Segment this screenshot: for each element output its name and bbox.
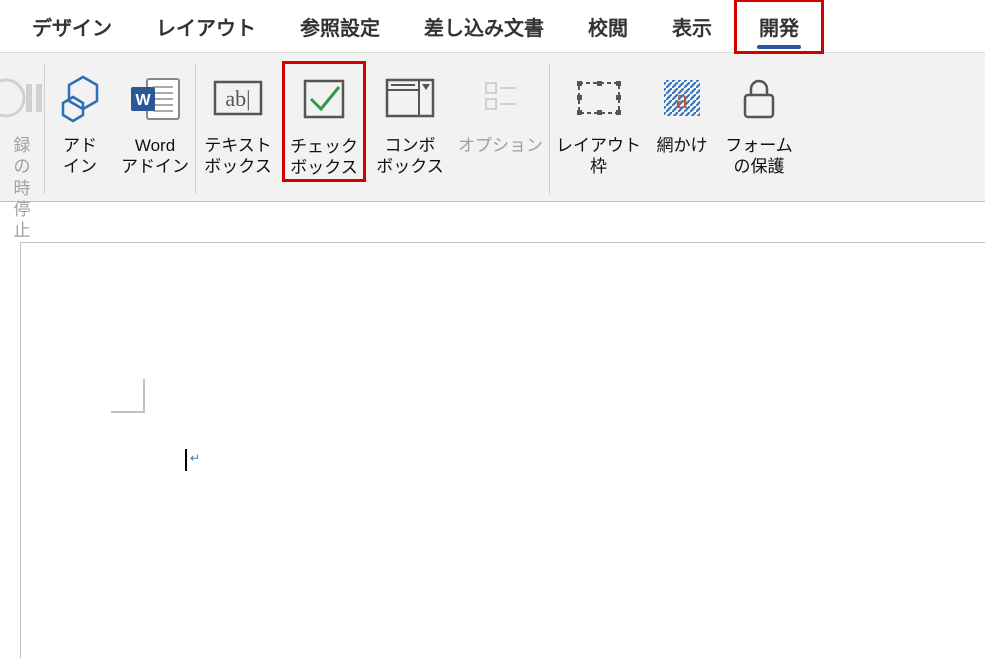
tab-design[interactable]: デザイン — [10, 2, 134, 51]
hexagon-addin-icon — [55, 65, 105, 131]
combobox-control-button[interactable]: コンボボックス — [368, 61, 452, 178]
textbox-icon: ab| — [211, 65, 265, 131]
tab-layout[interactable]: レイアウト — [134, 2, 278, 51]
addins-label: アドイン — [63, 135, 97, 178]
record-stop-icon — [0, 65, 44, 131]
word-addins-label: Wordアドイン — [121, 135, 189, 178]
stop-recording-button[interactable]: 録の時停止 — [0, 61, 44, 241]
svg-text:W: W — [135, 92, 151, 109]
checkbox-icon — [297, 66, 351, 132]
shading-button[interactable]: a 網かけ — [647, 61, 717, 156]
paragraph-mark-icon: ↵ — [190, 451, 200, 465]
ribbon-tabs: デザイン レイアウト 参照設定 差し込み文書 校閲 表示 開発 — [0, 0, 985, 52]
layout-frame-label: レイアウト枠 — [556, 135, 641, 178]
tab-developer[interactable]: 開発 — [734, 0, 824, 54]
combobox-control-label: コンボボックス — [376, 135, 444, 178]
tab-review[interactable]: 校閲 — [566, 2, 650, 51]
options-button[interactable]: オプション — [452, 61, 549, 156]
options-icon — [480, 65, 522, 131]
shading-icon: a — [660, 65, 704, 131]
combobox-icon — [383, 65, 437, 131]
word-addin-icon: W — [127, 65, 183, 131]
stop-recording-label: 録の時停止 — [6, 135, 38, 241]
protect-form-button[interactable]: フォームの保護 — [717, 61, 801, 178]
layout-frame-button[interactable]: レイアウト枠 — [550, 61, 647, 178]
tab-view[interactable]: 表示 — [650, 2, 734, 51]
svg-text:ab|: ab| — [225, 86, 250, 111]
textbox-control-button[interactable]: ab| テキストボックス — [196, 61, 280, 178]
addins-button[interactable]: アドイン — [45, 61, 115, 178]
options-label: オプション — [458, 135, 543, 156]
document-page[interactable]: ↵ — [20, 242, 985, 658]
checkbox-control-button[interactable]: チェックボックス — [282, 61, 366, 182]
tab-mailings[interactable]: 差し込み文書 — [402, 2, 566, 51]
shading-label: 網かけ — [657, 135, 708, 156]
word-addins-button[interactable]: W Wordアドイン — [115, 61, 195, 178]
ribbon-toolbar: 録の時停止 アドイン W — [0, 52, 985, 202]
svg-text:a: a — [676, 84, 689, 115]
protect-form-label: フォームの保護 — [725, 135, 793, 178]
lock-icon — [739, 65, 779, 131]
tab-references[interactable]: 参照設定 — [278, 2, 402, 51]
text-cursor — [185, 449, 187, 471]
layout-frame-icon — [573, 65, 625, 131]
checkbox-control-label: チェックボックス — [290, 136, 358, 179]
textbox-control-label: テキストボックス — [204, 135, 272, 178]
